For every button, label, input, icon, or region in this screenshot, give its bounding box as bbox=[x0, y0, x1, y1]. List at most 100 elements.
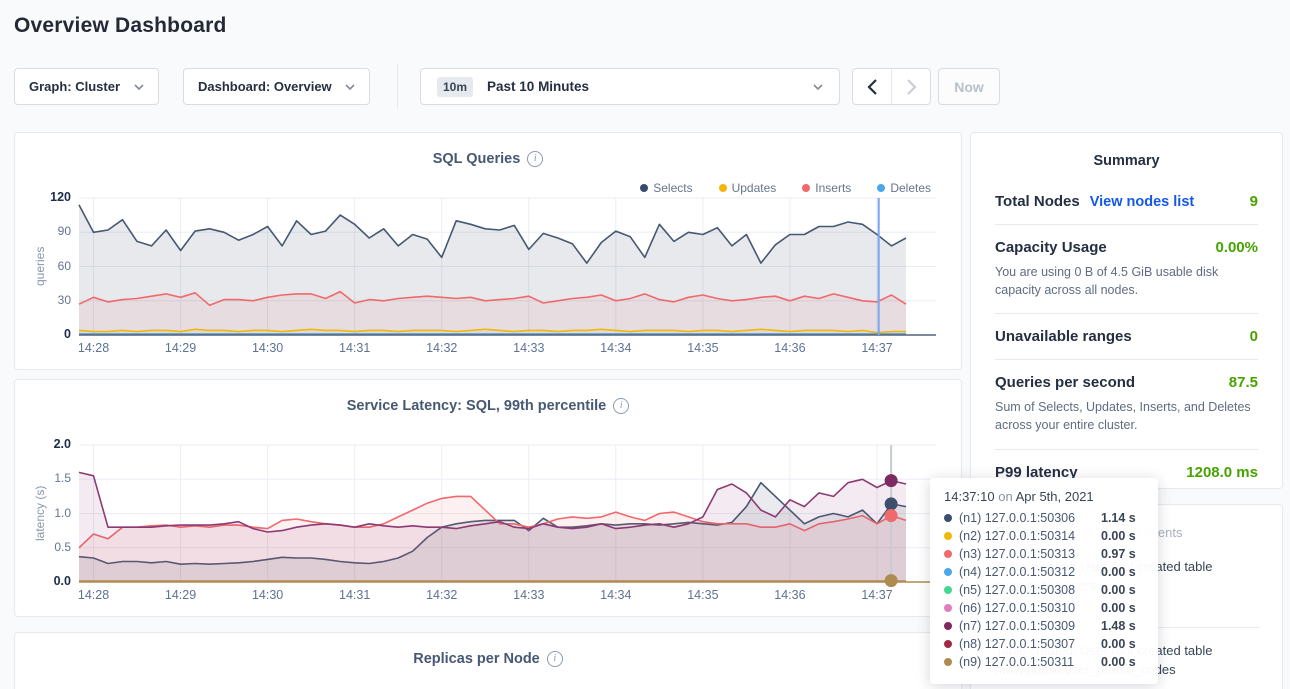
time-range-badge: 10m bbox=[437, 77, 473, 97]
dashboard-dropdown-label: Dashboard: Overview bbox=[198, 79, 332, 94]
tooltip-row: (n6) 127.0.0.1:503100.00 s bbox=[944, 599, 1144, 617]
x-axis-tick: 14:35 bbox=[679, 588, 727, 602]
latency-title-row: Service Latency: SQL, 99th percentile i bbox=[15, 398, 961, 414]
y-axis-tick: 120 bbox=[27, 190, 71, 204]
y-axis-tick: 30 bbox=[27, 293, 71, 307]
legend-dot-icon bbox=[877, 184, 885, 192]
time-nav-group bbox=[852, 68, 931, 105]
tooltip-timestamp: 14:37:10 on Apr 5th, 2021 bbox=[944, 489, 1144, 504]
node-color-dot-icon bbox=[944, 640, 952, 648]
node-color-dot-icon bbox=[944, 568, 952, 576]
chevron-down-icon bbox=[345, 84, 355, 90]
graph-dropdown-label: Graph: Cluster bbox=[29, 79, 120, 94]
summary-divider bbox=[995, 359, 1258, 360]
y-axis-tick: 90 bbox=[27, 224, 71, 238]
tooltip-row: (n4) 127.0.0.1:503120.00 s bbox=[944, 563, 1144, 581]
x-axis-tick: 14:37 bbox=[853, 588, 901, 602]
overview-dashboard-page: Overview Dashboard Graph: Cluster Dashbo… bbox=[0, 0, 1290, 689]
capacity-row: Capacity Usage 0.00% bbox=[995, 239, 1258, 256]
x-axis-tick: 14:34 bbox=[592, 588, 640, 602]
x-axis-tick: 14:33 bbox=[505, 588, 553, 602]
total-nodes-value: 9 bbox=[1250, 193, 1258, 210]
tooltip-row: (n1) 127.0.0.1:503061.14 s bbox=[944, 509, 1144, 527]
sql-queries-legend: Selects Updates Inserts Deletes bbox=[614, 181, 931, 195]
x-axis-tick: 14:31 bbox=[331, 341, 379, 355]
x-axis-tick: 14:36 bbox=[766, 341, 814, 355]
unavailable-ranges-label: Unavailable ranges bbox=[995, 328, 1132, 345]
y-axis-tick: 1.0 bbox=[27, 506, 71, 520]
x-axis-tick: 14:30 bbox=[244, 341, 292, 355]
page-title: Overview Dashboard bbox=[14, 14, 227, 38]
qps-value: 87.5 bbox=[1229, 374, 1258, 391]
node-color-dot-icon bbox=[944, 658, 952, 666]
sql-queries-plot[interactable]: 14:2814:2914:3014:3114:3214:3314:3414:35… bbox=[79, 198, 936, 335]
controls-divider bbox=[397, 64, 398, 109]
node-color-dot-icon bbox=[944, 532, 952, 540]
replicas-chart-card: Replicas per Node i bbox=[14, 632, 962, 689]
chevron-left-icon bbox=[867, 79, 878, 95]
replicas-chart-title: Replicas per Node bbox=[413, 651, 540, 667]
time-range-label: Past 10 Minutes bbox=[487, 79, 589, 94]
tooltip-row: (n9) 127.0.0.1:503110.00 s bbox=[944, 653, 1144, 671]
summary-divider bbox=[995, 449, 1258, 450]
legend-item[interactable]: Updates bbox=[719, 181, 777, 195]
chevron-down-icon bbox=[813, 84, 823, 90]
capacity-label: Capacity Usage bbox=[995, 239, 1107, 256]
x-axis-tick: 14:34 bbox=[592, 341, 640, 355]
x-axis-tick: 14:29 bbox=[157, 341, 205, 355]
y-axis-tick: 0 bbox=[27, 327, 71, 341]
graph-dropdown[interactable]: Graph: Cluster bbox=[14, 68, 159, 105]
latency-chart-card: Service Latency: SQL, 99th percentile i … bbox=[14, 379, 962, 617]
legend-dot-icon bbox=[802, 184, 810, 192]
latency-plot[interactable]: 14:2814:2914:3014:3114:3214:3314:3414:35… bbox=[79, 445, 936, 582]
x-axis-tick: 14:29 bbox=[157, 588, 205, 602]
now-button-label: Now bbox=[954, 79, 984, 95]
total-nodes-label: Total Nodes bbox=[995, 193, 1080, 210]
summary-panel: Summary Total Nodes View nodes list 9 Ca… bbox=[970, 132, 1283, 489]
legend-item[interactable]: Deletes bbox=[877, 181, 931, 195]
info-icon[interactable]: i bbox=[547, 651, 563, 667]
legend-dot-icon bbox=[719, 184, 727, 192]
sql-queries-title-row: SQL Queries i bbox=[15, 151, 961, 167]
tooltip-node-rows: (n1) 127.0.0.1:503061.14 s(n2) 127.0.0.1… bbox=[944, 509, 1144, 671]
summary-divider bbox=[995, 224, 1258, 225]
qps-row: Queries per second 87.5 bbox=[995, 374, 1258, 391]
view-nodes-list-link[interactable]: View nodes list bbox=[1090, 194, 1195, 210]
info-icon[interactable]: i bbox=[613, 398, 629, 414]
unavailable-ranges-row: Unavailable ranges 0 bbox=[995, 328, 1258, 345]
x-axis-tick: 14:31 bbox=[331, 588, 379, 602]
y-axis-tick: 2.0 bbox=[27, 437, 71, 451]
legend-item[interactable]: Inserts bbox=[802, 181, 851, 195]
tooltip-row: (n2) 127.0.0.1:503140.00 s bbox=[944, 527, 1144, 545]
y-axis-tick: 1.5 bbox=[27, 471, 71, 485]
x-axis-tick: 14:30 bbox=[244, 588, 292, 602]
summary-title: Summary bbox=[995, 153, 1258, 169]
qps-description: Sum of Selects, Updates, Inserts, and De… bbox=[995, 398, 1258, 434]
now-button[interactable]: Now bbox=[938, 68, 1000, 105]
x-axis-tick: 14:28 bbox=[70, 341, 118, 355]
x-axis-tick: 14:32 bbox=[418, 341, 466, 355]
node-color-dot-icon bbox=[944, 604, 952, 612]
p99-value: 1208.0 ms bbox=[1186, 464, 1258, 481]
x-axis-tick: 14:32 bbox=[418, 588, 466, 602]
prev-time-button[interactable] bbox=[853, 69, 891, 104]
info-icon[interactable]: i bbox=[527, 151, 543, 167]
node-color-dot-icon bbox=[944, 622, 952, 630]
tooltip-row: (n7) 127.0.0.1:503091.48 s bbox=[944, 617, 1144, 635]
dashboard-dropdown[interactable]: Dashboard: Overview bbox=[183, 68, 370, 105]
chevron-right-icon bbox=[906, 79, 917, 95]
legend-dot-icon bbox=[640, 184, 648, 192]
total-nodes-row: Total Nodes View nodes list 9 bbox=[995, 193, 1258, 210]
legend-item[interactable]: Selects bbox=[640, 181, 692, 195]
unavailable-ranges-value: 0 bbox=[1250, 328, 1258, 345]
next-time-button[interactable] bbox=[891, 69, 930, 104]
summary-divider bbox=[995, 313, 1258, 314]
tooltip-row: (n3) 127.0.0.1:503130.97 s bbox=[944, 545, 1144, 563]
time-range-dropdown[interactable]: 10m Past 10 Minutes bbox=[420, 68, 840, 105]
chevron-down-icon bbox=[134, 84, 144, 90]
node-color-dot-icon bbox=[944, 514, 952, 522]
x-axis-tick: 14:28 bbox=[70, 588, 118, 602]
node-color-dot-icon bbox=[944, 586, 952, 594]
node-color-dot-icon bbox=[944, 550, 952, 558]
tooltip-row: (n8) 127.0.0.1:503070.00 s bbox=[944, 635, 1144, 653]
